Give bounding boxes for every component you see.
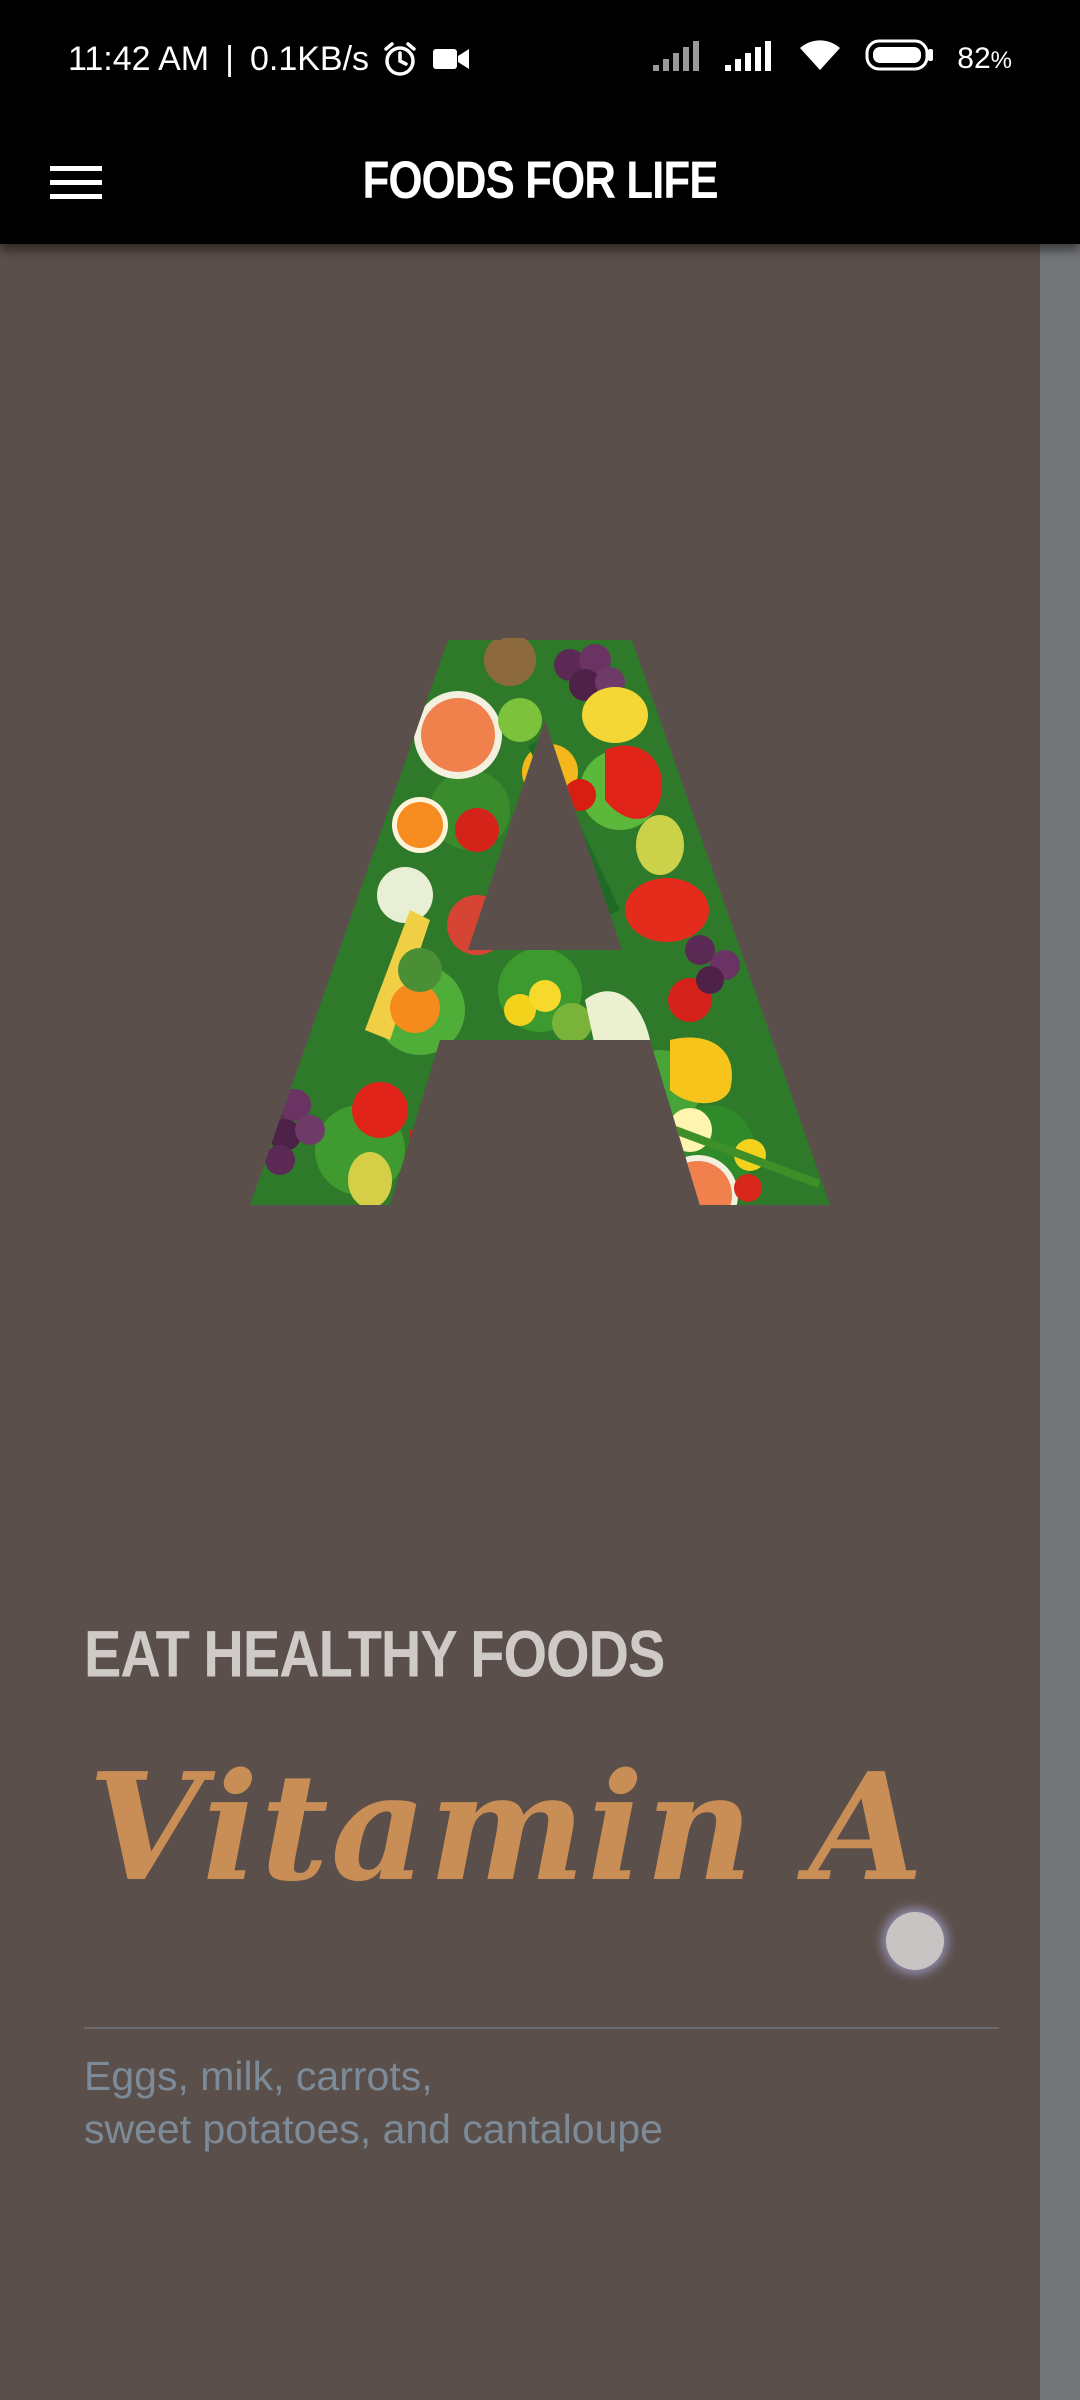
battery-icon xyxy=(865,38,935,80)
signal-icon xyxy=(725,39,775,79)
wifi-icon xyxy=(797,38,843,80)
battery-level: 82% xyxy=(957,42,1012,75)
alarm-icon xyxy=(381,40,419,78)
app-bar: FOODS FOR LIFE xyxy=(0,118,1080,244)
next-page-peek[interactable] xyxy=(1040,244,1080,2400)
status-separator: | xyxy=(225,39,234,78)
divider xyxy=(84,2027,999,2029)
menu-button[interactable] xyxy=(40,148,112,216)
description-line-2: sweet potatoes, and cantaloupe xyxy=(84,2106,663,2152)
overline-text: EAT HEALTHY FOODS xyxy=(84,1616,665,1691)
status-left: 11:42 AM | 0.1KB/s xyxy=(68,36,471,82)
status-time: 11:42 AM xyxy=(68,39,210,78)
vitamin-title: Vitamin A xyxy=(88,1740,926,1914)
video-camera-icon xyxy=(431,44,471,74)
hamburger-menu-icon xyxy=(50,166,102,199)
network-speed: 0.1KB/s xyxy=(249,39,370,78)
touch-indicator xyxy=(886,1912,944,1970)
signal-icon xyxy=(653,39,703,79)
status-right: 82% xyxy=(653,36,1012,82)
fruit-letter-a-illustration xyxy=(250,638,830,1205)
food-sources-description: Eggs, milk, carrots, sweet potatoes, and… xyxy=(84,2050,984,2156)
app-title: FOODS FOR LIFE xyxy=(362,151,718,210)
status-bar: 11:42 AM | 0.1KB/s 82% xyxy=(0,0,1080,118)
description-line-1: Eggs, milk, carrots, xyxy=(84,2053,433,2099)
